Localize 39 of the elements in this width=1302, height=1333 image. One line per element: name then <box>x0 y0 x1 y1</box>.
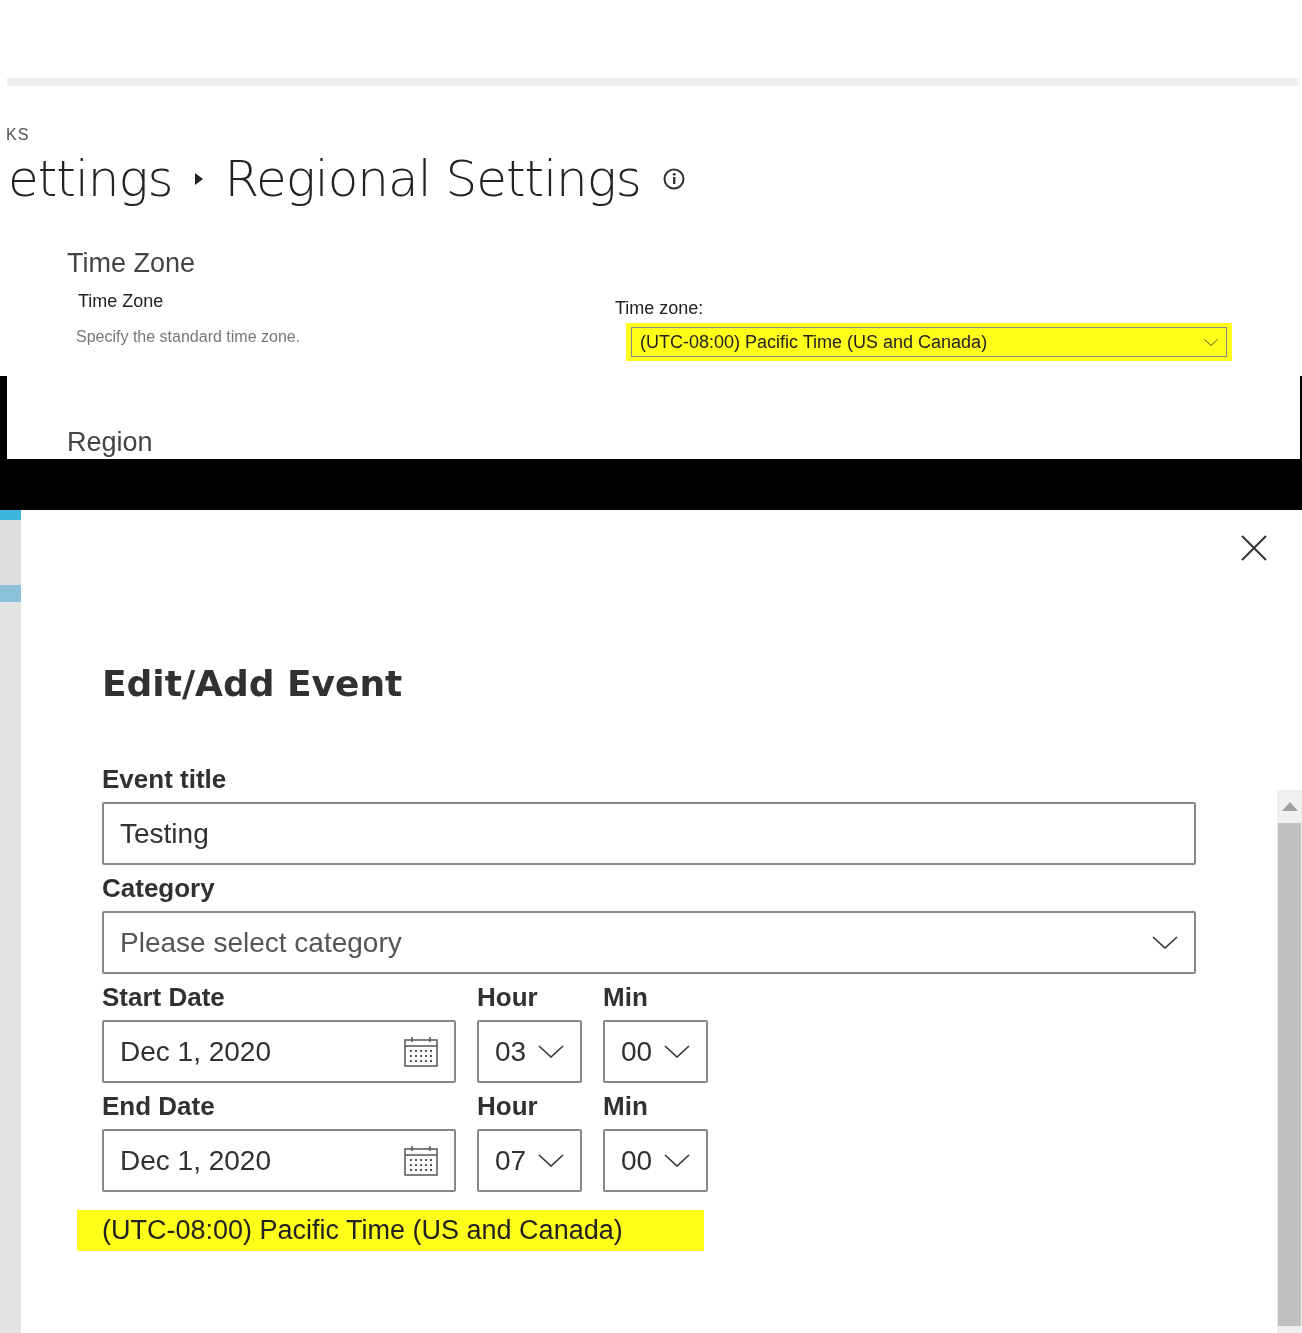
field-label: Min <box>603 1091 649 1123</box>
chevron-down-icon <box>538 1154 564 1167</box>
title-input[interactable]: Testing <box>102 802 1196 865</box>
minute-select[interactable]: 00 <box>603 1020 708 1083</box>
date-picker[interactable]: Dec 1, 2020 <box>102 1020 456 1083</box>
field-label: End Date <box>102 1091 216 1123</box>
hour-select[interactable]: 03 <box>477 1020 582 1083</box>
field-description: Specify the standard time zone. <box>76 328 302 346</box>
field-label: Hour <box>477 982 539 1014</box>
field-label: Category <box>102 873 216 905</box>
hour-select[interactable]: 07 <box>477 1129 582 1192</box>
scrollbar[interactable] <box>1277 790 1302 1333</box>
dialog-title: Edit/Add Event <box>102 663 404 704</box>
field-label: Time zone: <box>615 298 705 319</box>
field-label: Start Date <box>102 982 226 1014</box>
chevron-down-icon <box>1152 936 1178 949</box>
chevron-down-icon <box>664 1045 690 1058</box>
calendar-icon <box>404 1145 438 1176</box>
chevron-down-icon <box>1204 338 1218 346</box>
time-zone-note: (UTC-08:00) Pacific Time (US and Canada) <box>77 1210 704 1251</box>
section-title: Time Zone <box>67 248 197 279</box>
caret-right-icon <box>194 173 203 185</box>
calendar-icon <box>404 1036 438 1067</box>
minute-select[interactable]: 00 <box>603 1129 708 1192</box>
page-title: Regional Settings <box>224 150 641 208</box>
breadcrumb[interactable]: KS <box>6 126 1302 144</box>
section-title: Region <box>67 426 153 459</box>
close-icon <box>1240 534 1268 562</box>
breadcrumb-parent[interactable]: ettings <box>8 150 173 208</box>
info-icon[interactable] <box>662 168 685 190</box>
category-select[interactable]: Please select category <box>102 911 1196 974</box>
date-picker[interactable]: Dec 1, 2020 <box>102 1129 456 1192</box>
field-title: Time Zone <box>78 291 165 312</box>
field-label: Min <box>603 982 649 1014</box>
time-zone-select[interactable]: (UTC-08:00) Pacific Time (US and Canada) <box>631 327 1227 357</box>
chevron-down-icon <box>664 1154 690 1167</box>
chevron-down-icon <box>538 1045 564 1058</box>
field-label: Event title <box>102 764 228 796</box>
field-label: Hour <box>477 1091 539 1123</box>
